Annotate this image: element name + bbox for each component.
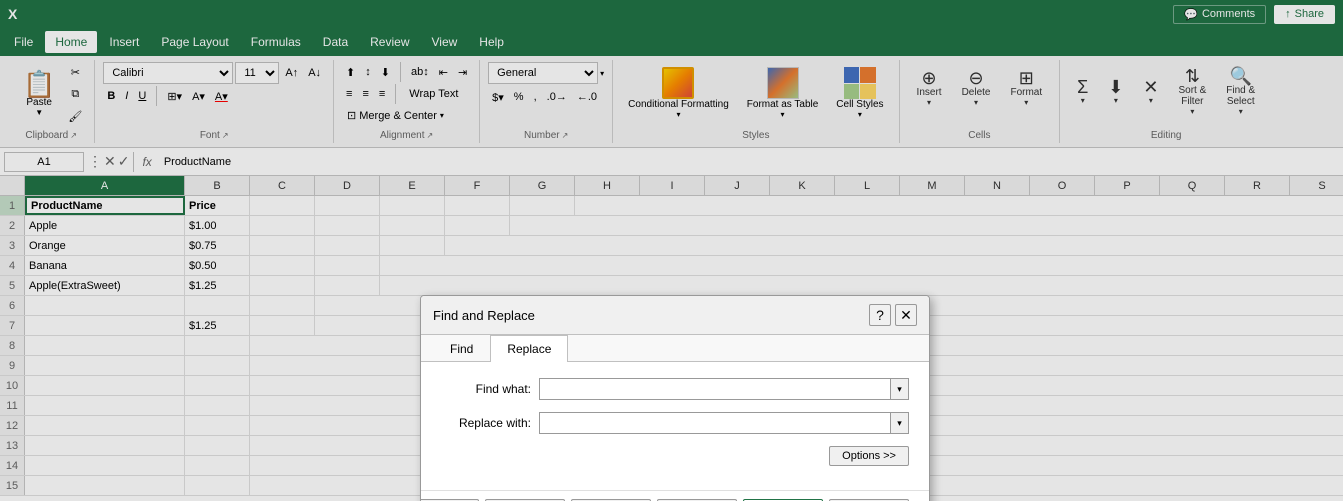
dialog-footer: Replace All Replace Find All Previous Ne… [421,490,929,501]
replace-with-dropdown[interactable]: ▾ [890,413,908,433]
find-what-field: Find what: ▾ [441,378,909,400]
replace-with-input-wrapper: ▾ [539,412,909,434]
dialog-tabs: Find Replace [421,335,929,362]
dialog-help-button[interactable]: ? [869,304,891,326]
replace-with-field: Replace with: ▾ [441,412,909,434]
options-button[interactable]: Options >> [829,446,909,466]
dialog-tab-replace[interactable]: Replace [490,335,568,362]
options-row: Options >> [441,446,909,466]
dialog-tab-find[interactable]: Find [433,335,490,362]
dialog-overlay: Find and Replace ? ✕ Find Replace Find w… [0,0,1343,501]
dialog-title-bar: Find and Replace ? ✕ [421,296,929,335]
find-what-input[interactable] [540,379,890,399]
find-replace-dialog: Find and Replace ? ✕ Find Replace Find w… [420,295,930,501]
find-what-label: Find what: [441,382,531,396]
dialog-close-x-button[interactable]: ✕ [895,304,917,326]
replace-with-label: Replace with: [441,416,531,430]
dialog-title-buttons: ? ✕ [869,304,917,326]
replace-with-input[interactable] [540,413,890,433]
find-what-input-wrapper: ▾ [539,378,909,400]
find-what-dropdown[interactable]: ▾ [890,379,908,399]
dialog-title: Find and Replace [433,308,535,323]
dialog-body: Find what: ▾ Replace with: ▾ Options >> [421,362,929,490]
